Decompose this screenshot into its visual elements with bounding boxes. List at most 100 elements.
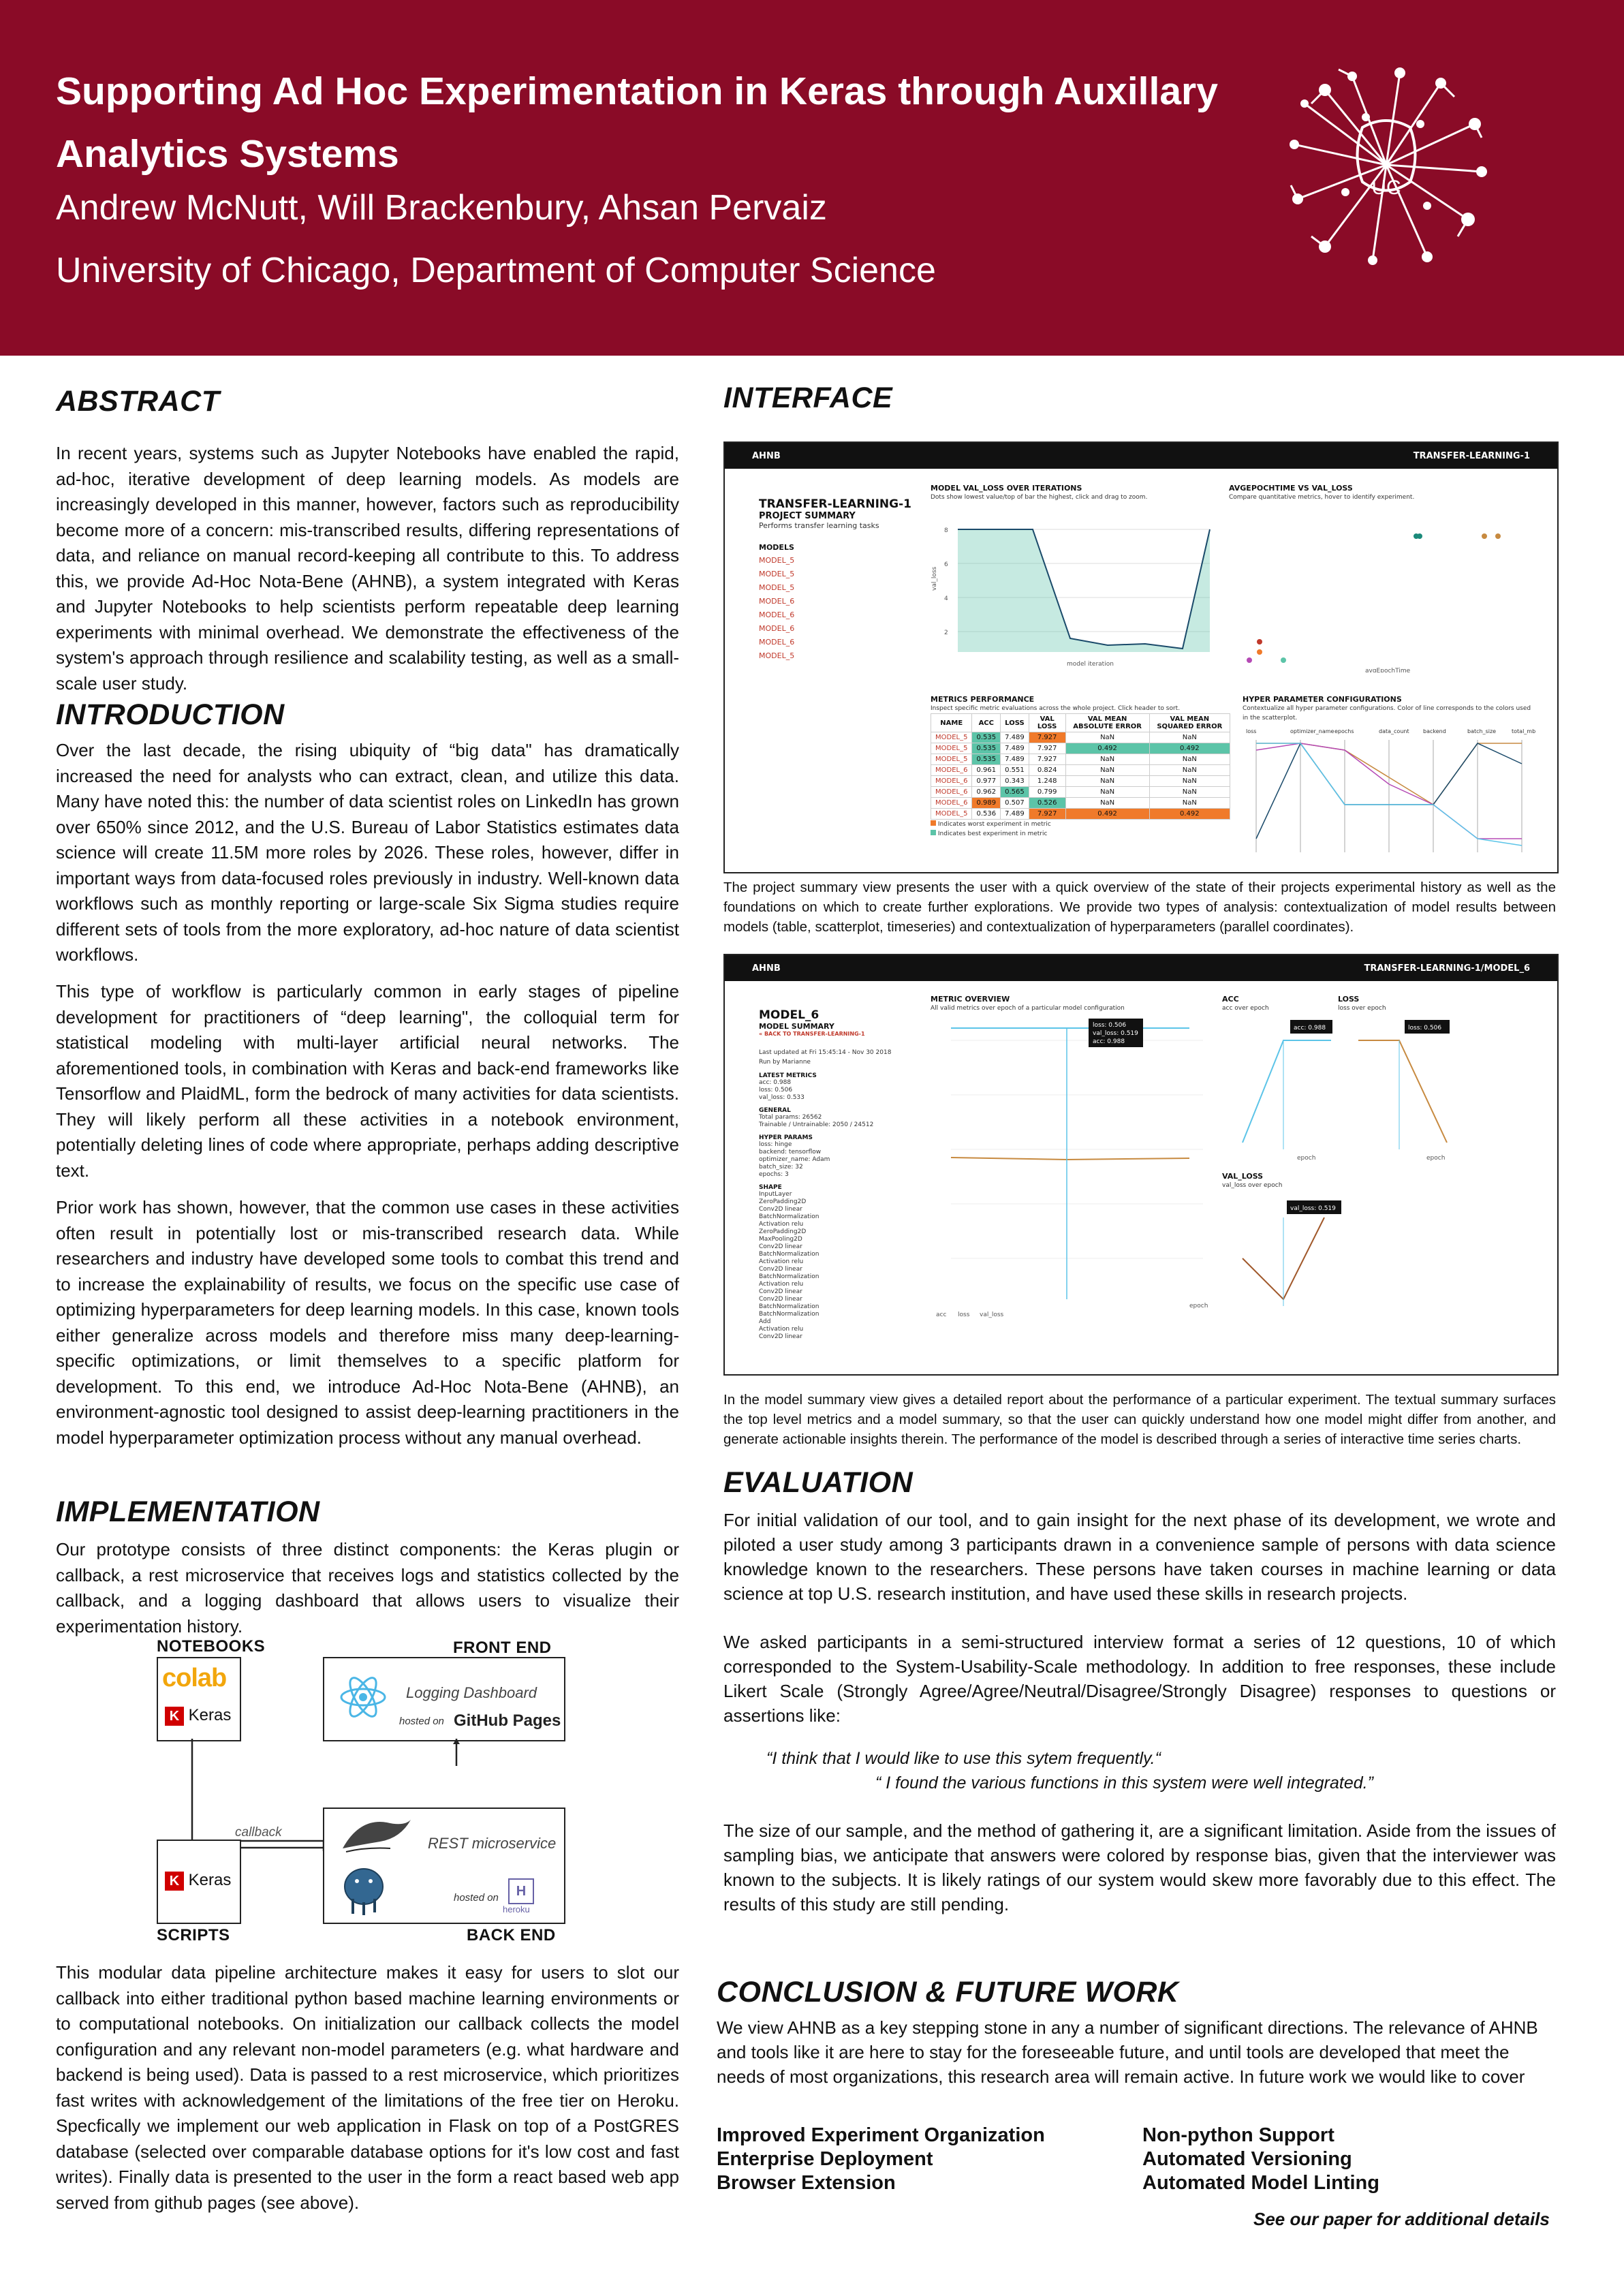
- metrics-cell: 7.489: [1000, 743, 1029, 754]
- loss-chart[interactable]: loss: 0.506 epoch: [1338, 1013, 1461, 1163]
- model-section-item: val_loss: 0.533: [759, 1094, 805, 1101]
- conclusion-heading: CONCLUSION & FUTURE WORK: [717, 1976, 1179, 2008]
- project-name: TRANSFER-LEARNING-1: [1413, 450, 1530, 461]
- authors: Andrew McNutt, Will Brackenbury, Ahsan P…: [56, 188, 827, 228]
- model-list-item[interactable]: MODEL_6: [759, 638, 916, 647]
- metrics-cell: 0.565: [1000, 786, 1029, 798]
- postgres-elephant-icon: [344, 1868, 384, 1915]
- model-list-item[interactable]: MODEL_5: [759, 570, 916, 579]
- interface-caption2: In the model summary view gives a detail…: [723, 1392, 1556, 1447]
- heroku-label: heroku: [503, 1904, 530, 1914]
- affiliation: University of Chicago, Department of Com…: [56, 251, 936, 290]
- parallel-coordinates[interactable]: loss optimizer_name epochs data_count backen…: [1243, 723, 1535, 859]
- keras-k-icon: K: [165, 1871, 184, 1891]
- metrics-cell: MODEL_6: [930, 786, 973, 798]
- metric-overview-chart[interactable]: loss: 0.506 val_loss: 0.519 acc: 0.988 a…: [931, 1013, 1217, 1333]
- metrics-cell: NaN: [1065, 732, 1150, 743]
- metrics-cell: 0.799: [1028, 786, 1066, 798]
- metrics-cell: 0.535: [971, 743, 1001, 754]
- metrics-cell: 7.489: [1000, 732, 1029, 743]
- poster-title: Supporting Ad Hoc Experimentation in Ker…: [56, 69, 1218, 176]
- svg-text:val_loss: 0.519: val_loss: 0.519: [1093, 1030, 1138, 1037]
- model-section-item: Conv2D linear: [759, 1206, 802, 1213]
- model-info-sections: LATEST METRICS acc: 0.988 loss: 0.506 val_l…: [759, 1072, 922, 1341]
- model-summary-panel: MODEL_6 MODEL SUMMARY « BACK TO TRANSFER…: [759, 1008, 922, 1341]
- implementation-p1: Our prototype consists of three distinct…: [56, 1539, 679, 1636]
- metrics-row: MODEL_5 0.535 7.489 7.927 NaN NaN: [930, 754, 1231, 765]
- model-section-item: ZeroPadding2D: [759, 1228, 807, 1235]
- footer-note: See our paper for additional details: [1253, 2209, 1550, 2229]
- front-end-label: FRONT END: [453, 1639, 552, 1657]
- quote-2: “ I found the various functions in this …: [875, 1773, 1373, 1793]
- future-work-left: Improved Experiment Organization Enterpri…: [717, 2124, 1045, 2195]
- metrics-row: MODEL_6 0.989 0.507 0.526 NaN NaN: [930, 797, 1231, 809]
- metrics-cell: MODEL_6: [930, 797, 973, 809]
- github-pages-logo: GitHub Pages: [454, 1711, 561, 1730]
- abstract-heading: ABSTRACT: [56, 385, 220, 418]
- model-list-item[interactable]: MODEL_5: [759, 556, 916, 565]
- loss-chart-subtitle: Dots show lowest value/top of bar the hi…: [931, 494, 1148, 501]
- metrics-header-cell[interactable]: VAL LOSS: [1028, 713, 1066, 732]
- metrics-cell: 0.551: [1000, 764, 1029, 776]
- acc-chart[interactable]: acc: 0.988 epoch: [1222, 1013, 1341, 1163]
- model-list-item[interactable]: MODEL_6: [759, 597, 916, 606]
- metrics-row: MODEL_5 0.535 7.489 7.927 0.492 0.492: [930, 743, 1231, 754]
- app-name: AHNB: [752, 450, 781, 461]
- evaluation-p3: The size of our sample, and the method o…: [723, 1820, 1556, 1914]
- metrics-subtitle: Inspect specific metric evaluations acro…: [931, 705, 1181, 712]
- keras-logo-notebooks: K Keras: [165, 1706, 231, 1726]
- loss-line-chart[interactable]: 8 6 4 2 val_loss model iteration: [931, 502, 1217, 672]
- metrics-cell: 0.535: [971, 732, 1001, 743]
- hp-axis-label: backend: [1423, 728, 1446, 734]
- legend-worst: Indicates worst experiment in metric: [931, 820, 1230, 829]
- model-section-item: backend: tensorflow: [759, 1149, 822, 1155]
- metrics-header-cell[interactable]: NAME: [930, 713, 973, 732]
- app-bar: AHNB TRANSFER-LEARNING-1/MODEL_6: [725, 955, 1557, 981]
- metrics-panel: METRICS PERFORMANCE Inspect specific met…: [930, 695, 1231, 839]
- evaluation-p2: We asked participants in a semi-structur…: [723, 1632, 1556, 1726]
- acc-title: ACC: [1222, 995, 1239, 1004]
- metrics-header-cell[interactable]: LOSS: [1000, 713, 1029, 732]
- model-section-item: MaxPooling2D: [759, 1236, 802, 1243]
- app-name: AHNB: [752, 963, 781, 974]
- model-list-item[interactable]: MODEL_6: [759, 610, 916, 620]
- metrics-cell: 1.248: [1028, 775, 1066, 787]
- model-section-item: BatchNormalization: [759, 1273, 819, 1280]
- metrics-cell: NaN: [1149, 754, 1231, 765]
- val-loss-chart[interactable]: val_loss: 0.519: [1222, 1190, 1345, 1327]
- model-list-item[interactable]: MODEL_6: [759, 624, 916, 634]
- scatter-plot[interactable]: avgEpochTime: [1229, 502, 1529, 674]
- metrics-cell: 0.535: [971, 754, 1001, 765]
- loss-panel: LOSS loss over epoch loss: 0.506 epoch: [1338, 995, 1461, 1166]
- model-section-item: loss: 0.506: [759, 1087, 793, 1093]
- model-section-item: Conv2D linear: [759, 1266, 802, 1273]
- metrics-cell: 7.927: [1028, 808, 1066, 820]
- overview-title: METRIC OVERVIEW: [931, 995, 1010, 1004]
- front-end-box: Logging Dashboard hosted on GitHub Pages: [323, 1657, 565, 1741]
- logo-text: UC: [1371, 176, 1401, 199]
- model-section-item: optimizer_name: Adam: [759, 1156, 830, 1163]
- back-end-label: BACK END: [467, 1926, 556, 1944]
- back-link[interactable]: « BACK TO TRANSFER-LEARNING-1: [759, 1031, 922, 1037]
- svg-text:acc: 0.988: acc: 0.988: [1294, 1025, 1326, 1031]
- metrics-cell: 0.977: [971, 775, 1001, 787]
- future-work-item: Non-python Support: [1142, 2124, 1334, 2146]
- loss-subtitle: loss over epoch: [1338, 1005, 1386, 1012]
- metrics-cell: 7.927: [1028, 754, 1066, 765]
- metrics-table[interactable]: NAME ACC LOSS VAL LOSS VAL MEAN ABSOLUTE ERR…: [930, 713, 1231, 820]
- metrics-header-cell[interactable]: ACC: [971, 713, 1001, 732]
- model-section-item: Activation relu: [759, 1326, 804, 1333]
- metrics-cell: 0.961: [971, 764, 1001, 776]
- metrics-cell: NaN: [1065, 754, 1150, 765]
- uchicago-circuit-logo: UC: [1290, 67, 1487, 265]
- metrics-header-cell[interactable]: VAL MEAN SQUARED ERROR: [1149, 713, 1231, 732]
- metrics-header-cell[interactable]: VAL MEAN ABSOLUTE ERROR: [1065, 713, 1150, 732]
- react-icon: [340, 1677, 386, 1718]
- model-list-item[interactable]: MODEL_5: [759, 583, 916, 593]
- model-list-item[interactable]: MODEL_5: [759, 651, 916, 661]
- val-loss-subtitle: val_loss over epoch: [1222, 1182, 1283, 1189]
- overview-subtitle: All valid metrics over epoch of a partic…: [931, 1005, 1125, 1012]
- legend-best: Indicates best experiment in metric: [931, 829, 1230, 839]
- metrics-cell: NaN: [1149, 786, 1231, 798]
- model-path: TRANSFER-LEARNING-1/MODEL_6: [1364, 963, 1530, 974]
